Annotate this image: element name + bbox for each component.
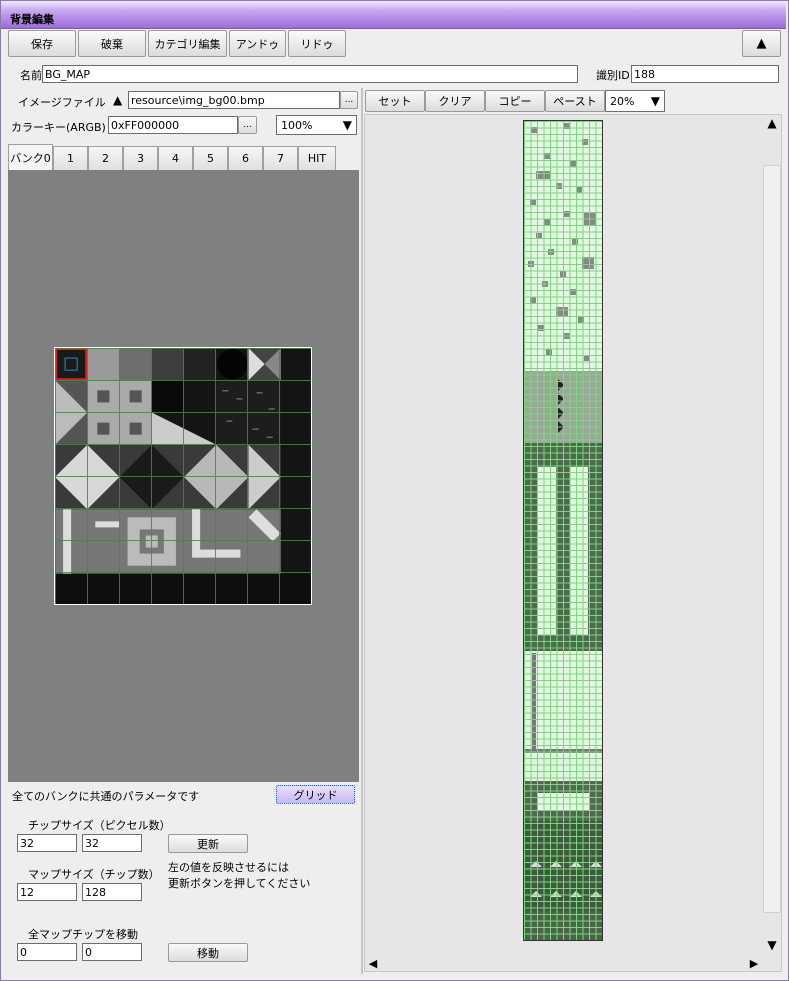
grid-toggle-button[interactable]: グリッド	[276, 785, 355, 804]
tab-bank7[interactable]: 7	[263, 146, 298, 170]
chip-width-field[interactable]: 32	[17, 834, 77, 852]
tile-zoom-value: 100%	[281, 118, 313, 132]
tab-bank5[interactable]: 5	[193, 146, 228, 170]
chevron-down-icon: ▼	[342, 118, 352, 132]
name-label: 名前	[20, 69, 42, 82]
image-browse-button[interactable]: ...	[340, 91, 358, 109]
scroll-up-icon[interactable]: ▲	[763, 114, 781, 132]
scroll-right-icon[interactable]: ▶	[747, 955, 761, 971]
set-button[interactable]: セット	[365, 90, 425, 112]
map-zoom-select[interactable]: 20% ▼	[605, 90, 665, 112]
chip-height-field[interactable]: 32	[82, 834, 142, 852]
colorkey-browse-button[interactable]: ...	[238, 116, 257, 134]
tile-grid-overlay	[55, 348, 311, 604]
chip-size-label: チップサイズ（ピクセル数）	[28, 819, 171, 832]
map-height-field[interactable]: 128	[82, 883, 142, 901]
map-zoom-value: 20%	[610, 94, 635, 108]
image-file-field[interactable]: resource\img_bg00.bmp	[128, 91, 340, 109]
window-title: 背景編集	[10, 13, 54, 26]
map-grid-overlay	[524, 121, 602, 940]
tab-bank3[interactable]: 3	[123, 146, 158, 170]
tab-bank4[interactable]: 4	[158, 146, 193, 170]
panel-divider[interactable]	[361, 88, 363, 974]
move-all-label: 全マップチップを移動	[28, 928, 138, 941]
move-y-field[interactable]: 0	[82, 943, 142, 961]
collapse-button[interactable]: ▲	[742, 30, 781, 57]
save-button[interactable]: 保存	[8, 30, 76, 57]
scroll-left-icon[interactable]: ◀	[366, 955, 380, 971]
horizontal-scrollbar[interactable]	[366, 955, 762, 971]
update-button[interactable]: 更新	[168, 834, 248, 853]
map-size-label: マップサイズ（チップ数）	[28, 868, 160, 881]
move-x-field[interactable]: 0	[17, 943, 77, 961]
map-view[interactable]	[523, 120, 603, 941]
reflect-note-line1: 左の値を反映させるには	[168, 861, 289, 874]
tab-bank0[interactable]: バンク0	[8, 144, 53, 170]
tab-hit[interactable]: HIT	[298, 146, 336, 170]
vertical-scroll-thumb[interactable]	[763, 165, 781, 913]
colorkey-label: カラーキー(ARGB)	[11, 121, 106, 134]
title-bar	[1, 1, 786, 29]
id-field[interactable]: 188	[631, 65, 779, 83]
move-button[interactable]: 移動	[168, 943, 248, 962]
name-field[interactable]: BG_MAP	[42, 65, 578, 83]
paste-button[interactable]: ペースト	[545, 90, 605, 112]
tab-bank6[interactable]: 6	[228, 146, 263, 170]
common-params-note: 全てのバンクに共通のパラメータです	[12, 790, 200, 803]
reflect-note-line2: 更新ボタンを押してください	[168, 877, 311, 890]
tab-bank2[interactable]: 2	[88, 146, 123, 170]
tile-sheet-image[interactable]	[54, 347, 312, 605]
copy-button[interactable]: コピー	[485, 90, 545, 112]
tile-zoom-select[interactable]: 100% ▼	[276, 115, 357, 135]
category-edit-button[interactable]: カテゴリ編集	[148, 30, 227, 57]
undo-button[interactable]: アンドゥ	[229, 30, 286, 57]
chevron-down-icon: ▼	[650, 94, 660, 108]
redo-button[interactable]: リドゥ	[288, 30, 346, 57]
clear-button[interactable]: クリア	[425, 90, 485, 112]
sort-up-icon[interactable]: ▲	[113, 93, 122, 107]
scroll-down-icon[interactable]: ▼	[763, 936, 781, 954]
colorkey-field[interactable]: 0xFF000000	[108, 116, 238, 134]
id-label: 識別ID	[596, 69, 630, 82]
tab-bank1[interactable]: 1	[53, 146, 88, 170]
map-width-field[interactable]: 12	[17, 883, 77, 901]
image-file-label: イメージファイル	[18, 96, 106, 109]
discard-button[interactable]: 破棄	[78, 30, 146, 57]
